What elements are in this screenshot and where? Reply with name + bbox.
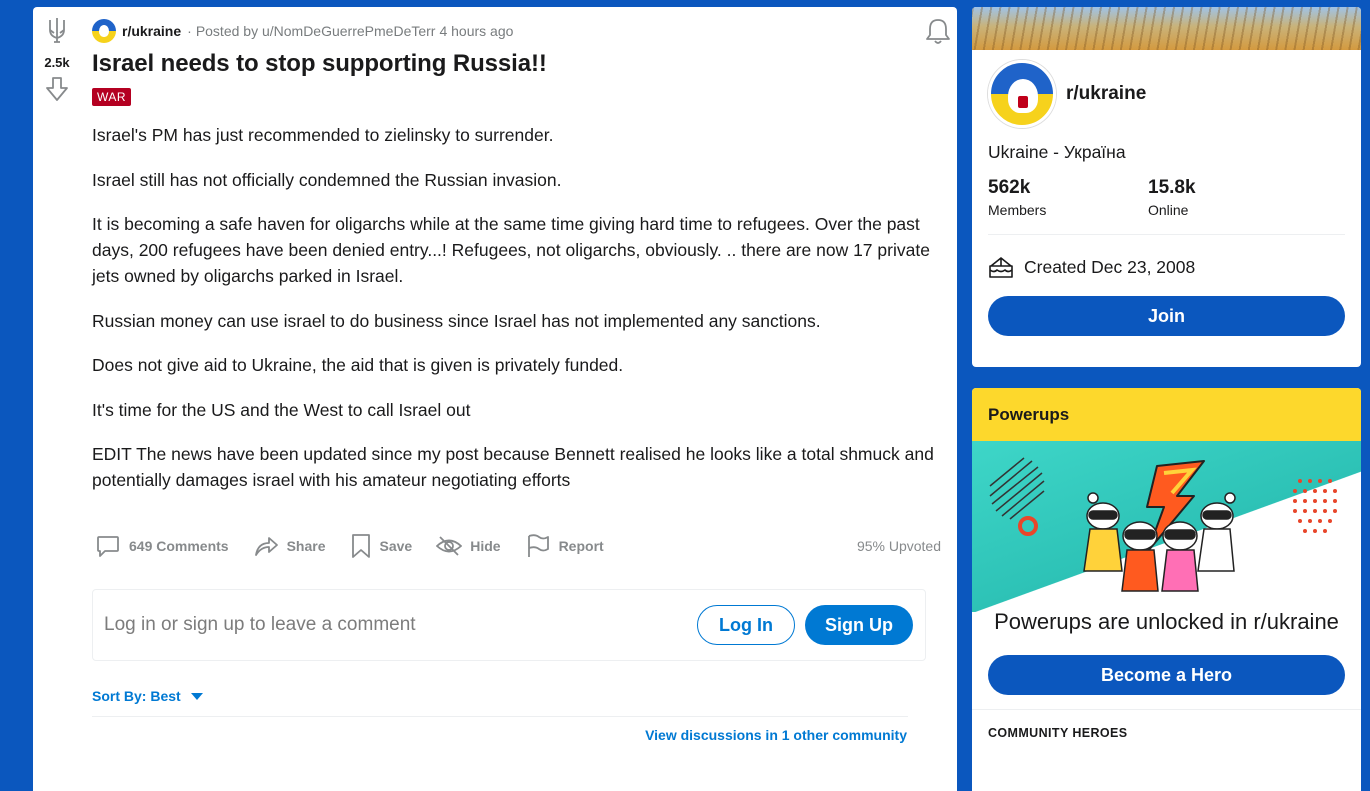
meta-separator: ·	[187, 23, 192, 39]
subreddit-link[interactable]: r/ukraine	[122, 23, 181, 39]
join-button[interactable]: Join	[988, 296, 1345, 336]
community-name[interactable]: r/ukraine	[1066, 83, 1146, 105]
share-button[interactable]: Share	[253, 533, 326, 559]
post-flair[interactable]: WAR	[92, 88, 132, 106]
online-label: Online	[1148, 202, 1189, 218]
view-discussions-link[interactable]: View discussions in 1 other community	[645, 727, 907, 743]
divider	[972, 709, 1361, 710]
post-paragraph: Russian money can use israel to do busin…	[92, 310, 821, 331]
hide-label: Hide	[470, 538, 501, 554]
comment-icon	[97, 536, 119, 557]
post-paragraph: Israel's PM has just recommended to ziel…	[92, 125, 554, 145]
share-label: Share	[286, 538, 326, 554]
flag-icon	[527, 534, 549, 557]
downvote-arrow-icon[interactable]	[45, 76, 69, 107]
divider	[988, 234, 1345, 235]
created-label: Created Dec 23, 2008	[1024, 256, 1196, 277]
community-avatar[interactable]	[988, 60, 1056, 128]
comment-login-box: Log in or sign up to leave a comment Log…	[92, 589, 926, 661]
community-banner	[972, 7, 1361, 50]
save-button[interactable]: Save	[350, 533, 413, 559]
community-title: Ukraine - Україна	[988, 142, 1126, 162]
powerups-card: Powerups Powerups are unlocked in r/ukra…	[972, 388, 1361, 791]
post-body: Israel's PM has just recommended to ziel…	[92, 122, 942, 493]
login-button[interactable]: Log In	[697, 605, 795, 645]
save-label: Save	[379, 538, 413, 554]
community-header: r/ukraine	[972, 50, 1361, 128]
signup-button[interactable]: Sign Up	[805, 605, 913, 645]
report-label: Report	[558, 538, 604, 554]
post-paragraph: It's time for the US and the West to cal…	[92, 399, 471, 420]
sort-dropdown[interactable]: Sort By: Best	[92, 688, 203, 704]
post-paragraph: EDIT The news have been updated since my…	[92, 444, 934, 490]
online-count: 15.8k	[1148, 177, 1196, 198]
powerups-illustration	[972, 441, 1361, 612]
post-meta: r/ukraine · Posted by u/NomDeGuerrePmeDe…	[92, 19, 942, 43]
post-paragraph: Israel still has not officially condemne…	[92, 169, 562, 190]
cake-icon	[989, 257, 1013, 278]
post-paragraph: It is becoming a safe haven for oligarch…	[92, 214, 930, 286]
community-stats: 562k Members 15.8k Online	[972, 177, 1361, 218]
comments-button[interactable]: 649 Comments	[95, 533, 229, 559]
post-content: r/ukraine · Posted by u/NomDeGuerrePmeDe…	[92, 7, 942, 512]
hide-button[interactable]: Hide	[436, 533, 501, 559]
upvote-ratio: 95% Upvoted	[856, 538, 941, 554]
created-date: Created Dec 23, 2008	[972, 255, 1361, 279]
notification-bell-icon[interactable]	[925, 17, 951, 50]
community-heroes-heading: COMMUNITY HEROES	[988, 726, 1128, 740]
divider	[92, 716, 908, 717]
bookmark-icon	[351, 534, 370, 558]
powerups-header: Powerups	[972, 388, 1361, 441]
subreddit-avatar[interactable]	[92, 19, 116, 43]
become-hero-button[interactable]: Become a Hero	[988, 655, 1345, 695]
post-time[interactable]: 4 hours ago	[439, 23, 513, 39]
report-button[interactable]: Report	[525, 533, 604, 559]
eye-slash-icon	[436, 536, 463, 556]
community-about-card: r/ukraine Ukraine - Україна 562k Members…	[972, 7, 1361, 367]
comment-prompt: Log in or sign up to leave a comment	[104, 614, 416, 635]
members-count: 562k	[988, 177, 1031, 198]
powerups-heroes-illustration	[989, 457, 1337, 592]
sort-label: Sort By: Best	[92, 688, 181, 704]
posted-by[interactable]: Posted by u/NomDeGuerrePmeDeTerr	[196, 23, 436, 39]
post-title: Israel needs to stop supporting Russia!!	[92, 50, 547, 77]
online-stat: 15.8k Online	[1148, 177, 1308, 218]
vote-column: 2.5k	[33, 7, 81, 107]
caret-down-icon	[190, 692, 203, 700]
post-actions: 649 Comments Share Save Hide Report 95% …	[95, 531, 941, 561]
members-label: Members	[988, 202, 1047, 218]
upvote-trident-icon[interactable]	[46, 16, 68, 49]
post-paragraph: Does not give aid to Ukraine, the aid th…	[92, 355, 624, 375]
comments-label: 649 Comments	[129, 538, 229, 554]
members-stat: 562k Members	[988, 177, 1148, 218]
post-card: 2.5k r/ukraine · Posted by u/NomDeGuerre…	[33, 7, 957, 791]
share-icon	[254, 537, 278, 556]
powerups-message: Powerups are unlocked in r/ukraine	[994, 609, 1339, 634]
vote-score: 2.5k	[44, 55, 70, 70]
avatar-mouth	[1018, 96, 1028, 108]
